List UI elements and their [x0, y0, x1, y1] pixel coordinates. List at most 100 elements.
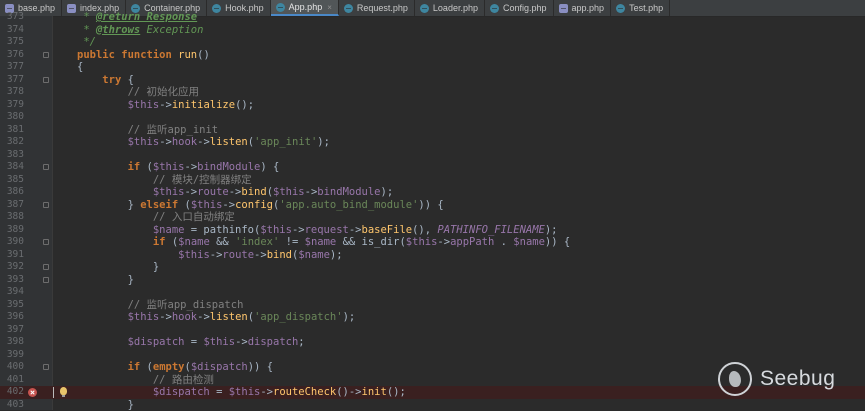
code-editor[interactable]: 373 * @return Response374 * @throws Exce… [0, 16, 865, 410]
code-line[interactable]: 389 $name = pathinfo($this->request->bas… [0, 224, 865, 237]
code-line[interactable]: 384 if ($this->bindModule) { [0, 161, 865, 174]
line-number: 377 [0, 74, 24, 87]
code-line[interactable]: 378 // 初始化应用 [0, 86, 865, 99]
seebug-logo-icon [718, 362, 752, 396]
line-number: 393 [0, 274, 24, 287]
line-number: 398 [0, 336, 24, 349]
line-number: 388 [0, 211, 24, 224]
code-line[interactable]: 403 } [0, 399, 865, 411]
line-number: 386 [0, 186, 24, 199]
code-text: $dispatch = $this->routeCheck()->init(); [77, 386, 406, 399]
code-line[interactable]: 380 [0, 111, 865, 124]
line-number: 380 [0, 111, 24, 124]
code-line[interactable]: 392 } [0, 261, 865, 274]
code-text: if ($name && 'index' != $name && is_dir(… [77, 236, 570, 249]
code-line[interactable]: 396 $this->hook->listen('app_dispatch'); [0, 311, 865, 324]
code-line[interactable]: 399 [0, 349, 865, 362]
code-line[interactable]: 387 } elseif ($this->config('app.auto_bi… [0, 199, 865, 212]
line-number: 384 [0, 161, 24, 174]
code-line[interactable]: 373 * @return Response [0, 11, 865, 24]
code-line[interactable]: 398 $dispatch = $this->dispatch; [0, 336, 865, 349]
line-number: 399 [0, 349, 24, 362]
code-text: $this->hook->listen('app_dispatch'); [77, 311, 355, 324]
code-line[interactable]: 379 $this->initialize(); [0, 99, 865, 112]
fold-icon[interactable] [43, 164, 49, 170]
code-text: if (empty($dispatch)) { [77, 361, 273, 374]
fold-icon[interactable] [43, 202, 49, 208]
code-line[interactable]: 386 $this->route->bind($this->bindModule… [0, 186, 865, 199]
code-text: } [77, 274, 134, 287]
line-number: 374 [0, 24, 24, 37]
code-text: // 监听app_dispatch [77, 299, 243, 312]
line-number: 402 [0, 386, 24, 399]
code-text: // 初始化应用 [77, 86, 199, 99]
code-text: $this->route->bind($this->bindModule); [77, 186, 393, 199]
fold-icon[interactable] [43, 264, 49, 270]
line-number: 385 [0, 174, 24, 187]
code-line[interactable]: 375 */ [0, 36, 865, 49]
code-line[interactable]: 391 $this->route->bind($name); [0, 249, 865, 262]
line-number: 378 [0, 86, 24, 99]
line-number: 396 [0, 311, 24, 324]
code-text: $this->hook->listen('app_init'); [77, 136, 330, 149]
code-line[interactable]: 390 if ($name && 'index' != $name && is_… [0, 236, 865, 249]
code-text: if ($this->bindModule) { [77, 161, 279, 174]
code-line[interactable]: 385 // 模块/控制器绑定 [0, 174, 865, 187]
line-number: 383 [0, 149, 24, 162]
code-text: $name = pathinfo($this->request->baseFil… [77, 224, 558, 237]
fold-icon[interactable] [43, 364, 49, 370]
code-text: $dispatch = $this->dispatch; [77, 336, 305, 349]
code-text: $this->route->bind($name); [77, 249, 343, 262]
code-text: { [77, 61, 83, 74]
code-text: // 监听app_init [77, 124, 218, 137]
line-number: 400 [0, 361, 24, 374]
code-line[interactable]: 397 [0, 324, 865, 337]
line-number: 376 [0, 49, 24, 62]
code-text: } [77, 399, 134, 411]
line-number: 401 [0, 374, 24, 387]
line-number: 382 [0, 136, 24, 149]
code-text: } elseif ($this->config('app.auto_bind_m… [77, 199, 444, 212]
line-number: 403 [0, 399, 24, 411]
code-text: */ [77, 36, 96, 49]
line-number: 389 [0, 224, 24, 237]
lightbulb-icon[interactable] [60, 387, 67, 395]
code-line[interactable]: 381 // 监听app_init [0, 124, 865, 137]
code-line[interactable]: 388 // 入口自动绑定 [0, 211, 865, 224]
code-text: // 路由检测 [77, 374, 214, 387]
line-number: 375 [0, 36, 24, 49]
line-number: 394 [0, 286, 24, 299]
code-line[interactable]: 376 public function run() [0, 49, 865, 62]
code-text: $this->initialize(); [77, 99, 254, 112]
code-text: * @return Response [77, 11, 197, 24]
fold-icon[interactable] [43, 239, 49, 245]
line-number: 395 [0, 299, 24, 312]
code-text: // 模块/控制器绑定 [77, 174, 252, 187]
code-text: * @throws Exception [77, 24, 203, 37]
line-number: 379 [0, 99, 24, 112]
code-line[interactable]: 393 } [0, 274, 865, 287]
code-line[interactable]: 383 [0, 149, 865, 162]
line-number: 390 [0, 236, 24, 249]
fold-icon[interactable] [43, 77, 49, 83]
line-number: 381 [0, 124, 24, 137]
line-number: 373 [0, 11, 24, 24]
code-text: // 入口自动绑定 [77, 211, 235, 224]
code-line[interactable]: 377{ [0, 61, 865, 74]
code-line[interactable]: 374 * @throws Exception [0, 24, 865, 37]
code-line[interactable]: 394 [0, 286, 865, 299]
line-number: 387 [0, 199, 24, 212]
code-line[interactable]: 395 // 监听app_dispatch [0, 299, 865, 312]
breakpoint-icon[interactable] [28, 388, 37, 397]
line-number: 397 [0, 324, 24, 337]
code-text: try { [77, 74, 134, 87]
text-caret [53, 387, 54, 398]
line-number: 392 [0, 261, 24, 274]
code-line[interactable]: 382 $this->hook->listen('app_init'); [0, 136, 865, 149]
line-number: 391 [0, 249, 24, 262]
fold-icon[interactable] [43, 277, 49, 283]
seebug-watermark: Seebug [718, 362, 835, 396]
fold-icon[interactable] [43, 52, 49, 58]
code-text: public function run() [77, 49, 210, 62]
code-line[interactable]: 377 try { [0, 74, 865, 87]
